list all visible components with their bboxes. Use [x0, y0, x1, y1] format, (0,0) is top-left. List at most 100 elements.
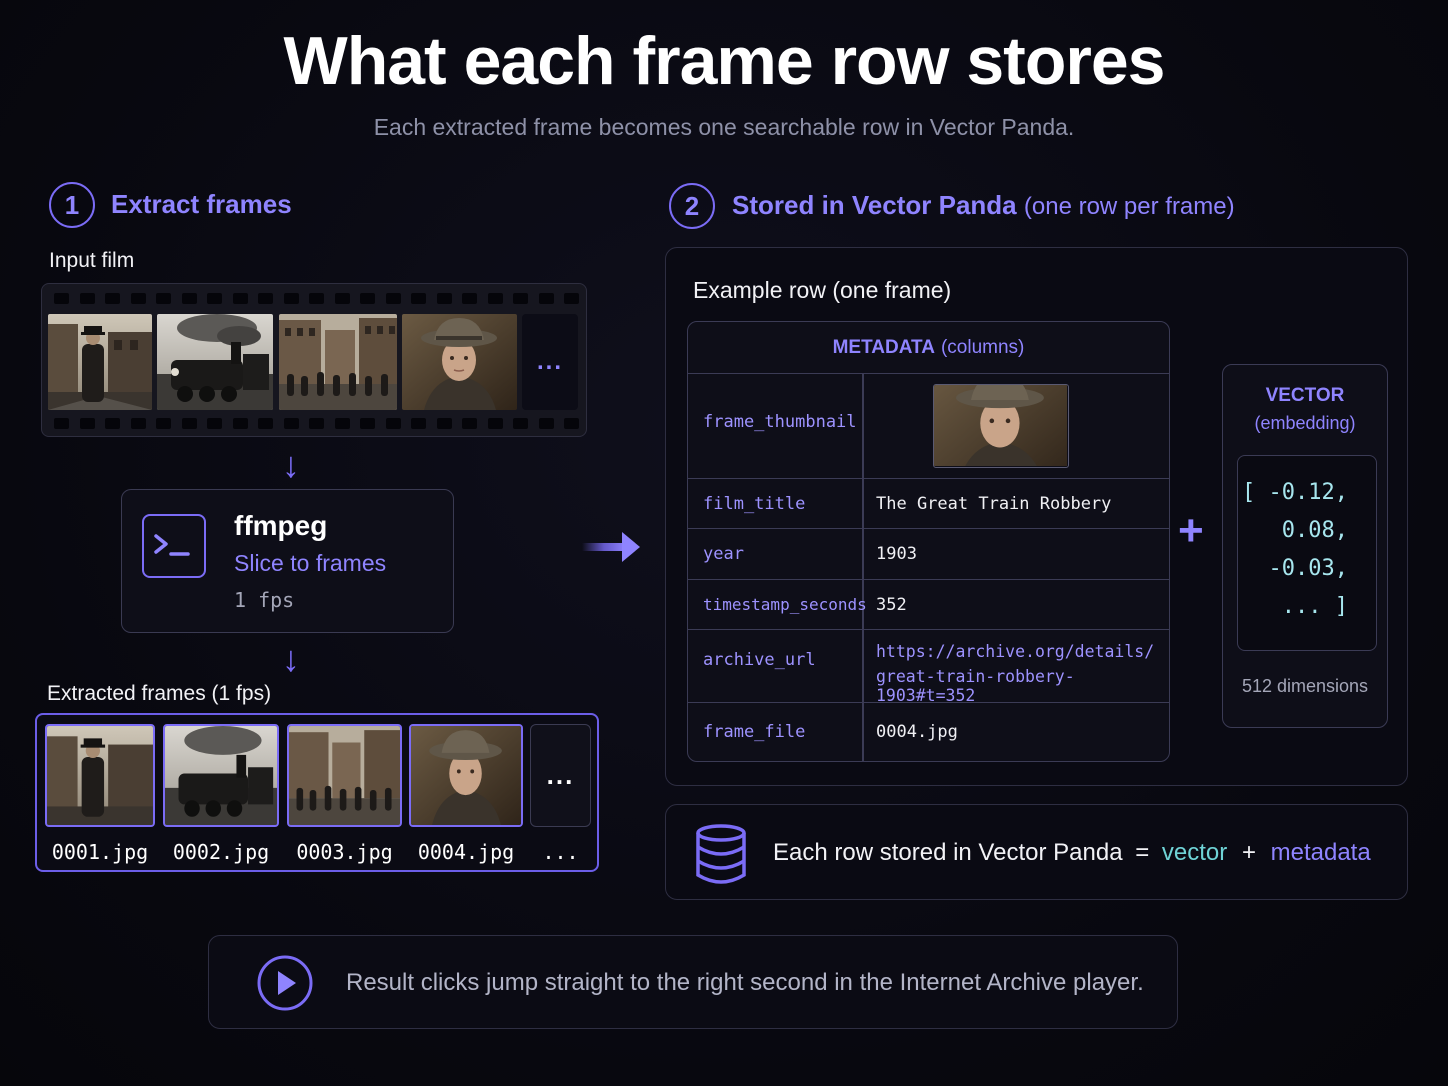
crowd-street-image: [279, 314, 397, 410]
film-sprocket-hole: [564, 418, 579, 429]
film-sprocket-hole: [411, 293, 426, 304]
table-row: archive_url https://archive.org/details/…: [688, 630, 1169, 705]
extracted-frame-0003: [287, 724, 402, 827]
film-sprocket-hole: [207, 418, 222, 429]
vector-values-box: [ -0.12, 0.08, -0.03, ... ]: [1237, 455, 1377, 651]
vector-dimensions: 512 dimensions: [1241, 676, 1369, 696]
film-sprocket-hole: [487, 418, 503, 429]
summary-vector: vector: [1161, 839, 1228, 866]
page-subtitle: Each extracted frame becomes one searcha…: [373, 114, 1075, 140]
film-sprocket-hole: [130, 293, 146, 304]
film-sprocket-hole: [258, 418, 273, 429]
step-2-label-suffix: (one row per frame): [1023, 193, 1235, 220]
step-1-badge: 1: [49, 182, 95, 228]
film-sprocket-hole: [258, 293, 273, 304]
woman-portrait-thumbnail: [934, 385, 1067, 467]
table-row: frame_thumbnail: [688, 374, 1169, 479]
plus-icon: +: [1178, 506, 1204, 555]
archive-url-link-continued[interactable]: great-train-robbery-1903#t=352: [876, 667, 1169, 705]
metadata-key: year: [703, 544, 744, 564]
extracted-frame-0001: [45, 724, 155, 827]
film-sprocket-hole: [79, 418, 95, 429]
metadata-key: film_title: [703, 494, 806, 514]
film-sprocket-hole: [207, 293, 222, 304]
film-sprocket-hole: [334, 293, 350, 304]
locomotive-image: [157, 314, 273, 410]
ffmpeg-action: Slice to frames: [234, 550, 387, 576]
frame-file-label: 0003.jpg: [296, 840, 393, 864]
extracted-frame-0004: [409, 724, 523, 827]
film-sprocket-hole: [411, 418, 426, 429]
film-sprocket-hole: [385, 293, 401, 304]
street-man-image: [48, 314, 152, 410]
film-sprocket-hole: [513, 418, 528, 429]
metadata-key: timestamp_seconds: [703, 595, 867, 614]
film-sprocket-hole: [334, 418, 350, 429]
summary-metadata: metadata: [1270, 839, 1371, 866]
woman-portrait-image: [402, 314, 517, 410]
vector-title: VECTOR: [1265, 385, 1345, 406]
metadata-header-label: METADATA: [832, 336, 935, 358]
metadata-value: 1903: [876, 544, 917, 564]
film-sprocket-hole: [462, 418, 477, 429]
film-sprocket-hole: [360, 418, 375, 429]
table-row: timestamp_seconds 352: [688, 580, 1169, 630]
play-icon: [257, 955, 313, 1011]
frame-file-label: 0004.jpg: [417, 840, 515, 864]
film-sprocket-hole: [462, 293, 477, 304]
terminal-icon: [142, 514, 206, 578]
extracted-frame-0002: [163, 724, 279, 827]
summary-text: Each row stored in Vector Panda = vector…: [773, 839, 1371, 867]
input-film-strip: ...: [41, 283, 587, 437]
film-sprocket-hole: [181, 293, 197, 304]
film-sprocket-hole: [79, 293, 95, 304]
summary-card: Each row stored in Vector Panda = vector…: [665, 804, 1408, 900]
step-2-label-main: Stored in Vector Panda: [732, 190, 1017, 220]
step-2-label: Stored in Vector Panda (one row per fram…: [732, 190, 1235, 221]
film-sprocket-hole: [181, 418, 197, 429]
frame-file-label: 0002.jpg: [172, 840, 270, 864]
film-sprocket-hole: [283, 418, 299, 429]
summary-equals: =: [1135, 839, 1150, 866]
film-sprocket-hole: [360, 293, 375, 304]
film-sprocket-hole: [538, 293, 554, 304]
film-sprocket-hole: [156, 293, 171, 304]
film-sprocket-hole: [105, 293, 120, 304]
extracted-frames-panel: ... 0001.jpg 0002.jpg 0003.jpg 0004.jpg …: [35, 713, 599, 872]
example-row-title: Example row (one frame): [693, 277, 952, 303]
metadata-value: The Great Train Robbery: [876, 494, 1112, 514]
film-sprocket-hole: [487, 293, 503, 304]
film-sprocket-hole: [54, 418, 69, 429]
step-2-badge: 2: [669, 183, 715, 229]
metadata-key: frame_thumbnail: [703, 412, 857, 432]
summary-plus: +: [1241, 839, 1256, 866]
arrow-right-glyph: [582, 532, 640, 562]
film-frame-woman-portrait: [402, 314, 517, 410]
film-sprocket-hole: [283, 293, 299, 304]
film-more-indicator: ...: [522, 314, 578, 410]
input-film-label: Input film: [49, 249, 135, 272]
metadata-header: METADATA (columns): [688, 322, 1169, 374]
street-man-thumbnail: [47, 726, 153, 825]
film-frame-street-man: [48, 314, 152, 410]
extracted-frame-more: ...: [530, 724, 591, 827]
page-title: What each frame row stores: [283, 23, 1166, 99]
extracted-frames-label: Extracted frames (1 fps): [47, 682, 272, 705]
film-sprocket-hole: [309, 418, 324, 429]
archive-url-link[interactable]: https://archive.org/details/: [876, 642, 1154, 661]
database-icon: [696, 824, 746, 884]
arrow-down-icon: ↓: [282, 444, 300, 485]
film-sprocket-hole: [130, 418, 146, 429]
terminal-prompt-glyph: [154, 534, 190, 556]
result-text: Result clicks jump straight to the right…: [346, 969, 1144, 996]
metadata-key: frame_file: [703, 722, 806, 742]
vector-value-line: -0.03,: [1268, 556, 1348, 581]
metadata-value: 0004.jpg: [876, 722, 958, 742]
film-sprocket-hole: [436, 293, 452, 304]
table-row: year 1903: [688, 529, 1169, 580]
film-frame-crowd: [279, 314, 397, 410]
locomotive-thumbnail: [165, 726, 277, 825]
vector-value-line: 0.08,: [1281, 518, 1348, 543]
film-sprocket-hole: [513, 293, 528, 304]
film-sprocket-hole: [156, 418, 171, 429]
